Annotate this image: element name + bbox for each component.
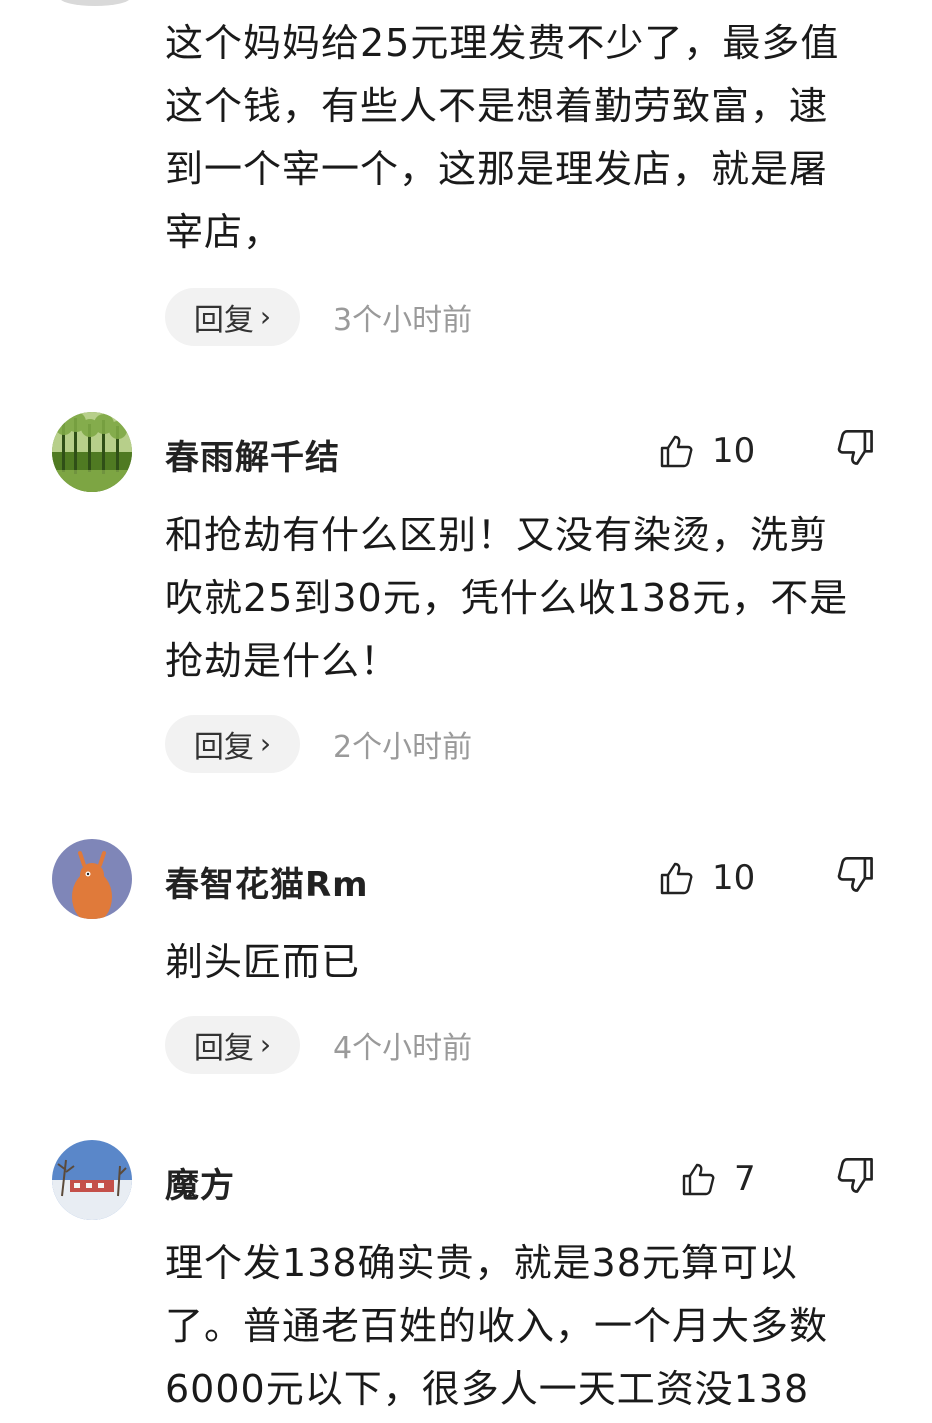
comment-text: 和抢劫有什么区别！又没有染烫，洗剪 吹就25到30元，凭什么收138元，不是 抢… — [165, 513, 849, 683]
reply-label: 回复 — [193, 303, 254, 338]
like-count: 7 — [734, 1159, 756, 1199]
reply-button[interactable]: 回复 › — [165, 288, 300, 346]
like-button[interactable]: 7 — [680, 1154, 756, 1204]
like-count: 10 — [712, 431, 756, 471]
comment-time: 4个小时前 — [333, 1031, 473, 1066]
avatar[interactable] — [52, 839, 132, 919]
avatar-fragment — [60, 0, 130, 6]
thumbs-up-icon — [660, 435, 693, 468]
username[interactable]: 春智花猫Rm — [165, 857, 369, 906]
dislike-button[interactable] — [836, 1156, 880, 1200]
reply-button[interactable]: 回复 › — [165, 1016, 300, 1074]
reply-label: 回复 — [193, 730, 254, 765]
comment-text: 理个发138确实贵，就是38元算可以 了。普通老百姓的收入，一个月大多数 600… — [165, 1241, 829, 1411]
thumbs-down-icon — [837, 430, 873, 465]
thumbs-down-icon — [837, 1158, 873, 1193]
comment-actions: 回复 › 2个小时前 — [165, 715, 472, 773]
deer-avatar-icon — [52, 839, 132, 919]
comment-text: 这个妈妈给25元理发费不少了，最多值 这个钱，有些人不是想着勤劳致富，逮 到一个… — [165, 21, 840, 254]
reply-button[interactable]: 回复 › — [165, 715, 300, 773]
chevron-right-icon: › — [259, 726, 272, 760]
comment-actions: 回复 › 3个小时前 — [165, 288, 472, 346]
avatar[interactable] — [52, 412, 132, 492]
chevron-right-icon: › — [259, 1027, 272, 1061]
comment-time: 3个小时前 — [333, 303, 473, 338]
forest-avatar-icon — [52, 412, 132, 492]
comment-time: 2个小时前 — [333, 730, 473, 765]
dislike-button[interactable] — [836, 855, 880, 899]
username[interactable]: 春雨解千结 — [165, 430, 340, 479]
dislike-button[interactable] — [836, 428, 880, 472]
thumbs-down-icon — [837, 857, 873, 892]
username[interactable]: 魔方 — [165, 1158, 235, 1207]
like-button[interactable]: 10 — [658, 426, 755, 476]
comment-actions: 回复 › 4个小时前 — [165, 1016, 472, 1074]
like-button[interactable]: 10 — [658, 853, 755, 903]
thumbs-up-icon — [682, 1163, 715, 1196]
reply-label: 回复 — [193, 1031, 254, 1066]
thumbs-up-icon — [660, 862, 693, 895]
snow-scene-avatar-icon — [52, 1140, 132, 1220]
like-count: 10 — [712, 858, 756, 898]
comment-text: 剃头匠而已 — [165, 940, 361, 984]
chevron-right-icon: › — [259, 299, 272, 333]
avatar[interactable] — [52, 1140, 132, 1220]
